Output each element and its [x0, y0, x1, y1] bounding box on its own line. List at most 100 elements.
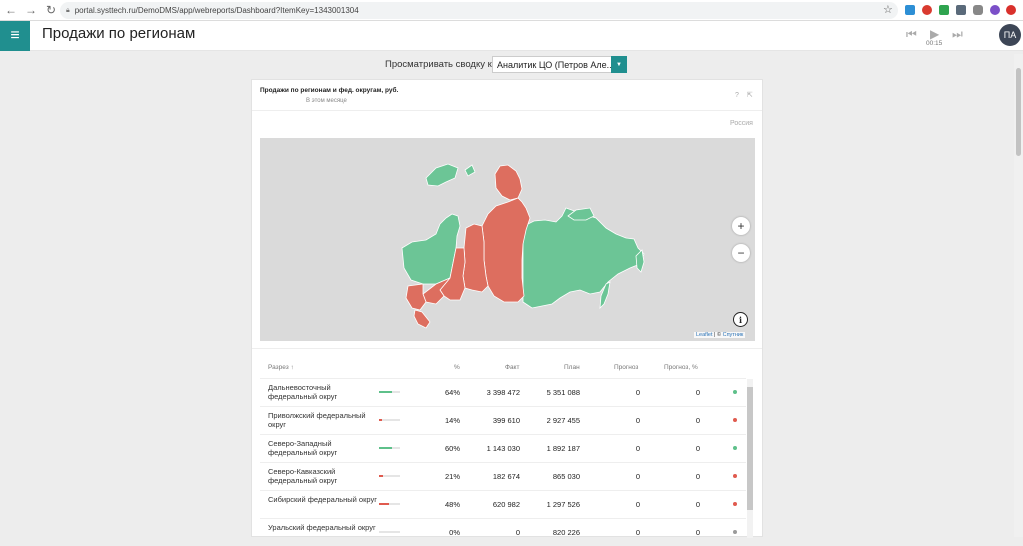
avatar[interactable]: ПА: [999, 24, 1021, 46]
adblock-extension-icon[interactable]: [922, 5, 932, 15]
row-forecast: 0: [635, 416, 640, 425]
row-forecast: 0: [635, 444, 640, 453]
status-dot: [733, 446, 737, 450]
row-forecast: 0: [635, 528, 640, 537]
status-dot: [733, 530, 737, 534]
widget-subtitle: В этом месяце: [306, 98, 347, 104]
row-fact: 1 143 030: [486, 444, 520, 453]
timer: 00:15: [926, 40, 943, 47]
row-pct: 64%: [444, 388, 460, 397]
row-forecast: 0: [635, 500, 640, 509]
column-header-forecast-pct[interactable]: Прогноз, %: [664, 364, 698, 371]
row-pct: 14%: [444, 416, 460, 425]
menu-icon[interactable]: ≡: [0, 21, 30, 51]
leaflet-link[interactable]: Leaflet: [696, 332, 713, 338]
progress-bar: [379, 531, 400, 533]
progress-bar: [379, 391, 400, 393]
status-dot: [733, 390, 737, 394]
map-attribution: Leaflet | © Спутник: [694, 332, 746, 338]
row-plan: 2 927 455: [546, 416, 580, 425]
row-pct: 0%: [449, 528, 460, 537]
widget-title: Продажи по регионам и фед. округам, руб.: [260, 87, 399, 94]
row-forecast-pct: 0: [695, 500, 700, 509]
column-header-pct[interactable]: %: [454, 364, 460, 371]
row-forecast-pct: 0: [695, 416, 700, 425]
column-header-fact[interactable]: Факт: [505, 364, 519, 371]
view-as-select[interactable]: Аналитик ЦО (Петров Але...: [492, 56, 627, 73]
progress-fill: [379, 475, 384, 477]
table-row[interactable]: Уральский федеральный округ 0% 0 820 226 0 0: [260, 518, 746, 546]
table-row[interactable]: Северо-Западный федеральный округ 60% 1 14…: [260, 434, 746, 462]
row-plan: 5 351 088: [546, 388, 580, 397]
zoom-in-button[interactable]: +: [732, 217, 750, 235]
russia-map[interactable]: + − i Leaflet | © Спутник: [260, 138, 755, 341]
row-name: Сибирский федеральный округ: [268, 495, 377, 504]
table-row[interactable]: Дальневосточный федеральный округ 64% 3 39…: [260, 378, 746, 406]
extension-icon[interactable]: [939, 5, 949, 15]
reload-icon[interactable]: ↻: [42, 1, 60, 19]
row-plan: 865 030: [552, 472, 580, 481]
url-text: portal.systtech.ru/DemoDMS/app/webreport…: [74, 6, 359, 15]
row-plan: 820 226: [552, 528, 580, 537]
puzzle-extension-icon[interactable]: [973, 5, 983, 15]
row-name: Уральский федеральный округ: [268, 523, 376, 532]
status-dot: [733, 418, 737, 422]
view-as-label: Просматривать сводку как: [385, 59, 502, 70]
table-row[interactable]: Северо-Кавказский федеральный округ 21% 18…: [260, 462, 746, 490]
row-fact: 620 982: [492, 500, 520, 509]
column-header-plan[interactable]: План: [564, 364, 580, 371]
row-pct: 60%: [444, 444, 460, 453]
address-bar[interactable]: 🔒︎ portal.systtech.ru/DemoDMS/app/webrep…: [60, 2, 898, 19]
row-plan: 1 297 526: [546, 500, 580, 509]
zoom-out-button[interactable]: −: [732, 244, 750, 262]
map-region-taymyr: [494, 164, 523, 201]
back-icon[interactable]: ←: [2, 1, 20, 19]
row-pct: 48%: [444, 500, 460, 509]
table-row[interactable]: Приволжский федеральный округ 14% 399 610 2…: [260, 406, 746, 434]
expand-icon[interactable]: ⇱: [747, 92, 753, 99]
extension-icon[interactable]: [1006, 5, 1016, 15]
row-fact: 3 398 472: [486, 388, 520, 397]
map-region-far-east: [522, 207, 645, 309]
status-dot: [733, 474, 737, 478]
bookmark-star-icon[interactable]: ☆: [883, 3, 893, 16]
fast-forward-icon[interactable]: ⏭: [952, 27, 963, 42]
sales-map-widget: Продажи по регионам и фед. округам, руб.…: [251, 79, 763, 538]
column-header-forecast[interactable]: Прогноз: [614, 364, 638, 371]
row-fact: 182 674: [492, 472, 520, 481]
rewind-icon[interactable]: ⏮: [906, 27, 917, 42]
map-region-label: Россия: [730, 120, 753, 127]
table-row[interactable]: Сибирский федеральный округ 48% 620 982 1 2…: [260, 490, 746, 518]
map-region-northwest-islands: [425, 163, 459, 187]
lock-icon: 🔒︎: [66, 6, 70, 14]
profile-icon[interactable]: [990, 5, 1000, 15]
page-scrollbar[interactable]: [1014, 54, 1023, 537]
chevron-down-icon[interactable]: ▼: [611, 56, 627, 73]
row-forecast: 0: [635, 388, 640, 397]
extension-icon[interactable]: [956, 5, 966, 15]
forward-icon[interactable]: →: [22, 1, 40, 19]
column-header-name[interactable]: Разрез ↑: [268, 364, 294, 371]
progress-fill: [379, 419, 382, 421]
table-scrollbar[interactable]: [747, 379, 753, 538]
help-icon[interactable]: ?: [735, 92, 739, 99]
extension-icon[interactable]: [905, 5, 915, 15]
app-header: ≡ Продажи по регионам ⏮ ▶ ⏭ 00:15 ПА: [0, 21, 1023, 51]
play-icon[interactable]: ▶: [930, 27, 939, 41]
progress-fill: [379, 503, 390, 505]
progress-fill: [379, 447, 392, 449]
row-forecast-pct: 0: [695, 528, 700, 537]
info-button[interactable]: i: [733, 312, 748, 327]
progress-bar: [379, 503, 400, 505]
row-fact: 399 610: [492, 416, 520, 425]
map-region-northwest-islands: [464, 164, 476, 177]
progress-bar: [379, 419, 400, 421]
provider-link[interactable]: Спутник: [723, 332, 744, 338]
row-name: Северо-Западный федеральный округ: [268, 439, 338, 457]
row-pct: 21%: [444, 472, 460, 481]
map-region-siberia: [481, 197, 531, 303]
map-region-north-caucasus: [413, 309, 431, 329]
row-name: Дальневосточный федеральный округ: [268, 383, 338, 401]
page-title: Продажи по регионам: [42, 25, 196, 42]
progress-bar: [379, 475, 400, 477]
